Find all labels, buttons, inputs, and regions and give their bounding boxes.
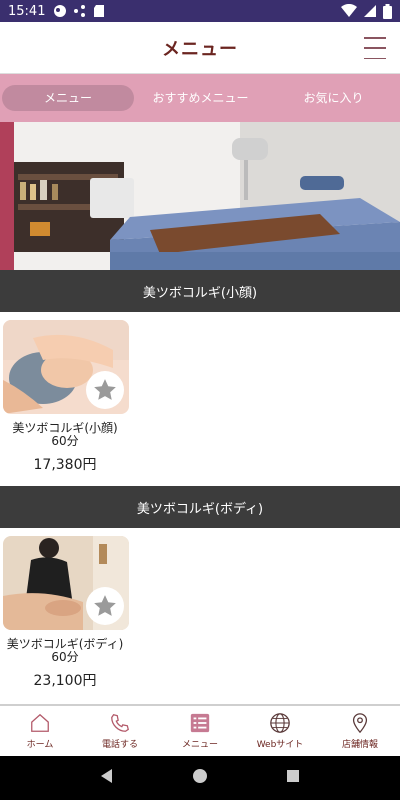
phone-icon	[111, 714, 129, 732]
page-title: メニュー	[162, 38, 238, 60]
battery-icon	[383, 3, 392, 19]
tab-menu[interactable]: メニュー	[2, 85, 134, 111]
nav-website[interactable]: Webサイト	[240, 706, 320, 756]
menu-item-duration: 60分	[51, 650, 79, 664]
nav-home-label: ホーム	[26, 740, 54, 750]
status-time: 15:41	[8, 3, 46, 19]
signal-icon	[363, 4, 377, 18]
bottom-navigation: ホーム 電話する メニュー Webサイト 店舗情報	[0, 704, 400, 756]
nav-menu-label: メニュー	[181, 740, 218, 750]
share-notification-icon	[73, 4, 87, 18]
app-notification-icon	[53, 4, 67, 18]
star-icon	[94, 595, 116, 616]
favorite-star-button[interactable]	[86, 587, 124, 625]
salon-hero-image	[0, 122, 400, 270]
app-header: メニュー	[0, 22, 400, 74]
section-header-body: 美ツボコルギ(ボディ)	[0, 486, 400, 528]
tab-recommended-menu[interactable]: おすすめメニュー	[134, 85, 267, 111]
menu-item-thumbnail	[3, 320, 129, 414]
tab-bar: メニュー おすすめメニュー お気に入り	[0, 74, 400, 122]
menu-item-thumbnail	[3, 536, 129, 630]
menu-item-price: 17,380円	[33, 457, 97, 473]
nav-website-label: Webサイト	[256, 740, 304, 750]
location-pin-icon	[352, 713, 368, 734]
system-navigation-bar	[0, 756, 400, 800]
back-icon[interactable]	[99, 768, 115, 788]
nav-home[interactable]: ホーム	[0, 706, 80, 756]
star-icon	[94, 379, 116, 400]
nav-store-info[interactable]: 店舗情報	[320, 706, 400, 756]
status-bar: 15:41	[0, 0, 400, 22]
nav-phone[interactable]: 電話する	[80, 706, 160, 756]
section-header-small-face: 美ツボコルギ(小顔)	[0, 270, 400, 312]
menu-item-card[interactable]: 美ツボコルギ(小顔) 60分 17,380円	[0, 320, 130, 474]
list-icon	[190, 713, 210, 733]
nav-store-info-label: 店舗情報	[341, 740, 378, 750]
favorite-star-button[interactable]	[86, 371, 124, 409]
nav-menu[interactable]: メニュー	[160, 706, 240, 756]
menu-item-duration: 60分	[51, 434, 79, 448]
sd-card-icon	[93, 4, 105, 18]
nav-phone-label: 電話する	[101, 740, 138, 750]
globe-icon	[270, 713, 290, 733]
home-icon	[31, 713, 49, 732]
menu-item-card[interactable]: 美ツボコルギ(ボディ) 60分 23,100円	[0, 536, 130, 690]
wifi-icon	[341, 4, 357, 18]
home-circle-icon[interactable]	[192, 768, 208, 788]
hamburger-menu-icon[interactable]	[364, 37, 386, 59]
tab-favorites[interactable]: お気に入り	[267, 85, 400, 111]
recents-square-icon[interactable]	[285, 768, 301, 788]
menu-item-price: 23,100円	[33, 673, 97, 689]
